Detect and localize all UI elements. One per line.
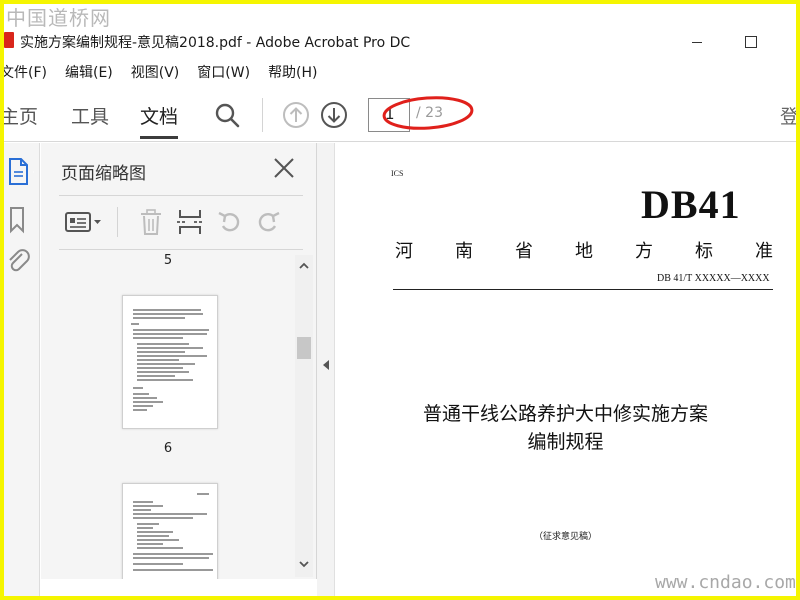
doc-header-rule [393,289,773,290]
thumbnails-scrollbar[interactable] [295,255,313,577]
doc-province-char: 河 [395,241,413,262]
doc-province-char: 标 [695,241,713,262]
doc-province-char: 地 [575,241,593,262]
panel-divider [59,195,303,196]
thumbnail-text-lines [133,493,213,571]
delete-icon[interactable] [137,207,165,237]
scrollbar-thumb[interactable] [297,337,311,359]
menu-view[interactable]: 视图(V) [131,62,180,82]
app-window: 中国道桥网 实施方案编制规程-意见稿2018.pdf - Adobe Acrob… [4,4,796,596]
page-thumbnails-panel: 页面缩略图 5 6 [41,143,317,579]
bookmark-icon[interactable] [4,203,34,237]
window-title: 实施方案编制规程-意见稿2018.pdf - Adobe Acrobat Pro… [20,35,411,51]
main-toolbar: 主页 工具 文档 1 / 23 登 [4,88,796,142]
thumbnail-label-page-5: 5 [163,253,173,268]
left-navigation-rail [4,143,40,596]
panel-collapse-handle[interactable] [317,143,335,596]
tab-tools[interactable]: 工具 [71,102,109,129]
menu-edit[interactable]: 编辑(E) [65,62,113,82]
thumbnail-page-6[interactable] [122,295,218,429]
toolbar-separator [262,98,263,132]
panel-toolbar-separator [117,207,118,237]
page-options-icon[interactable] [63,207,103,237]
doc-province-heading: 河 南 省 地 方 标 准 [395,237,773,263]
doc-standard-code: DB 41/T XXXXX—XXXX [657,273,770,284]
close-icon[interactable] [271,155,297,181]
doc-title-line-2: 编制规程 [527,431,604,453]
red-annotation-ellipse [382,96,474,130]
page-thumbnails-icon[interactable] [4,155,38,189]
tab-home[interactable]: 主页 [4,102,38,129]
thumbnail-label-page-6: 6 [163,441,173,456]
watermark-bottom: www.cndao.com [655,572,796,593]
doc-draft-note: （征求意见稿） [533,532,597,542]
menu-file[interactable]: 文件(F) [4,62,47,82]
attachment-icon[interactable] [4,245,34,279]
doc-standard-prefix: DB41 [641,182,741,227]
panel-divider [59,249,303,250]
panel-toolbar [59,201,303,245]
page-down-icon[interactable] [319,100,349,130]
thumbnails-list: 5 6 [59,253,293,579]
thumbnail-text-lines [131,309,209,411]
menu-bar: 文件(F) 编辑(E) 视图(V) 窗口(W) 帮助(H) [4,59,796,85]
rotate-ccw-icon[interactable] [215,207,245,237]
title-bar: 实施方案编制规程-意见稿2018.pdf - Adobe Acrobat Pro… [4,26,796,56]
doc-title-line-1: 普通干线公路养护大中修实施方案 [422,403,708,425]
collapse-left-icon[interactable] [322,356,330,375]
menu-help[interactable]: 帮助(H) [268,62,317,82]
document-view[interactable]: ICS DB41 河 南 省 地 方 标 准 DB 41/T XXXXX—XXX… [335,143,796,596]
sign-in-label-partial[interactable]: 登 [780,102,796,129]
insert-page-icon[interactable] [175,207,205,237]
page-up-icon[interactable] [281,100,311,130]
thumbnail-page-7[interactable] [122,483,218,579]
doc-province-char: 准 [755,241,773,262]
acrobat-app-icon [4,32,14,48]
search-icon[interactable] [212,100,242,130]
rotate-cw-icon[interactable] [253,207,283,237]
maximize-button[interactable] [740,32,762,52]
doc-ics-label: ICS [391,169,404,178]
minimize-button[interactable] [687,32,709,52]
doc-province-char: 省 [515,241,533,262]
menu-window[interactable]: 窗口(W) [197,62,250,82]
watermark-top: 中国道桥网 [6,6,111,30]
tab-document[interactable]: 文档 [140,102,179,139]
scroll-down-icon[interactable] [295,555,313,573]
scroll-up-icon[interactable] [295,257,313,275]
doc-province-char: 方 [635,241,653,262]
panel-title: 页面缩略图 [61,164,146,184]
doc-province-char: 南 [455,241,473,262]
